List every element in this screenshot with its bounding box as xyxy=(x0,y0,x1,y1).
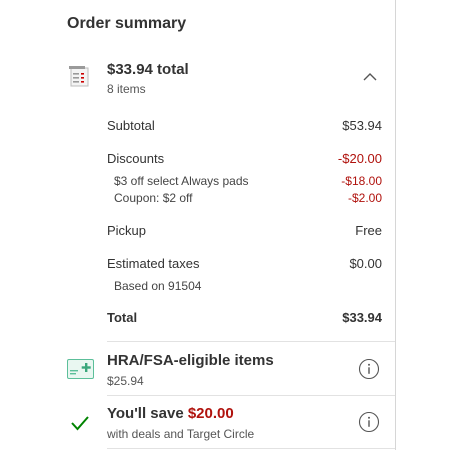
discounts-label: Discounts xyxy=(107,151,165,166)
savings-amount: $20.00 xyxy=(187,405,234,422)
total-label: Total xyxy=(107,310,138,325)
panel-right-border xyxy=(395,0,396,450)
discount-item-label: $3 off select Always pads xyxy=(114,174,249,188)
divider xyxy=(107,448,395,449)
hra-fsa-title: HRA/FSA-eligible items xyxy=(107,352,274,369)
summary-total: $33.94 total xyxy=(107,61,189,78)
subtotal-value: $53.94 xyxy=(342,118,382,133)
taxes-zip-note: Based on 91504 xyxy=(114,279,202,293)
hra-fsa-amount: $25.94 xyxy=(107,374,144,388)
savings-title: You'll save $20.00 xyxy=(107,405,234,422)
hra-fsa-card-icon xyxy=(67,359,94,379)
total-value: $33.94 xyxy=(342,310,382,325)
discounts-value: -$20.00 xyxy=(337,151,382,166)
savings-subtitle: with deals and Target Circle xyxy=(107,427,255,441)
discount-item-value: -$2.00 xyxy=(347,191,382,205)
savings-prefix: You'll save xyxy=(107,405,188,422)
checkmark-icon xyxy=(71,416,89,431)
divider xyxy=(107,395,395,396)
pickup-label: Pickup xyxy=(107,223,147,238)
info-icon[interactable] xyxy=(358,411,380,433)
discount-item-label: Coupon: $2 off xyxy=(114,191,193,205)
pickup-value: Free xyxy=(355,223,382,238)
summary-items-count: 8 items xyxy=(107,82,146,96)
taxes-value: $0.00 xyxy=(349,256,382,271)
discount-item-value: -$18.00 xyxy=(341,174,382,188)
page-title: Order summary xyxy=(67,15,187,32)
receipt-icon xyxy=(69,66,89,87)
info-icon[interactable] xyxy=(358,358,380,380)
subtotal-label: Subtotal xyxy=(107,118,155,133)
taxes-label: Estimated taxes xyxy=(107,256,200,271)
chevron-up-icon[interactable] xyxy=(360,67,380,87)
divider xyxy=(107,341,395,342)
